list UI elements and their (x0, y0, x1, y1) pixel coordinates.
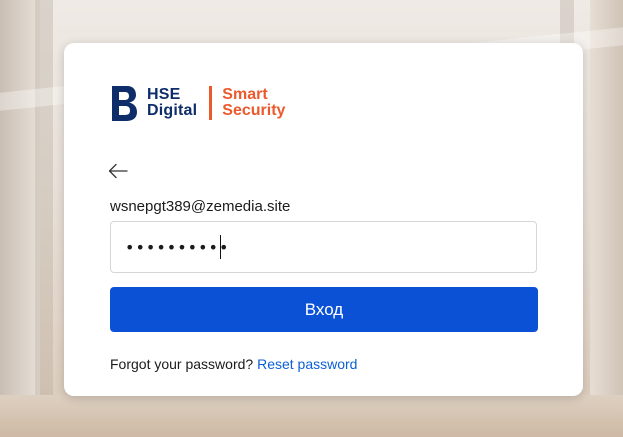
logo-line-security: Security (222, 102, 286, 119)
password-input[interactable] (110, 221, 537, 273)
hse-logo-icon (112, 86, 137, 121)
logo-line-digital: Digital (147, 102, 198, 119)
page-background: HSE Digital Smart Security wsnepgt389@ze… (0, 0, 623, 437)
logo-text: HSE Digital (147, 87, 197, 119)
hse-digital-logo: HSE Digital Smart Security (109, 81, 285, 125)
background-pillar-left (0, 0, 40, 437)
reset-password-link[interactable]: Reset password (257, 356, 357, 372)
background-pillar-right (590, 0, 623, 437)
forgot-password-row: Forgot your password? Reset password (110, 356, 357, 372)
sign-in-button[interactable]: Вход (110, 287, 538, 332)
background-floor (0, 395, 623, 437)
text-caret (220, 235, 221, 259)
logo-subtitle: Smart Security (222, 87, 285, 119)
account-email: wsnepgt389@zemedia.site (110, 198, 291, 215)
forgot-password-text: Forgot your password? (110, 356, 254, 372)
logo-line-smart: Smart (222, 86, 268, 103)
arrow-left-icon[interactable] (108, 162, 128, 180)
logo-line-hse: HSE (147, 86, 181, 103)
login-card: HSE Digital Smart Security wsnepgt389@ze… (64, 43, 583, 396)
background-pillar-shadow-left (35, 0, 53, 437)
logo-divider (209, 86, 213, 120)
